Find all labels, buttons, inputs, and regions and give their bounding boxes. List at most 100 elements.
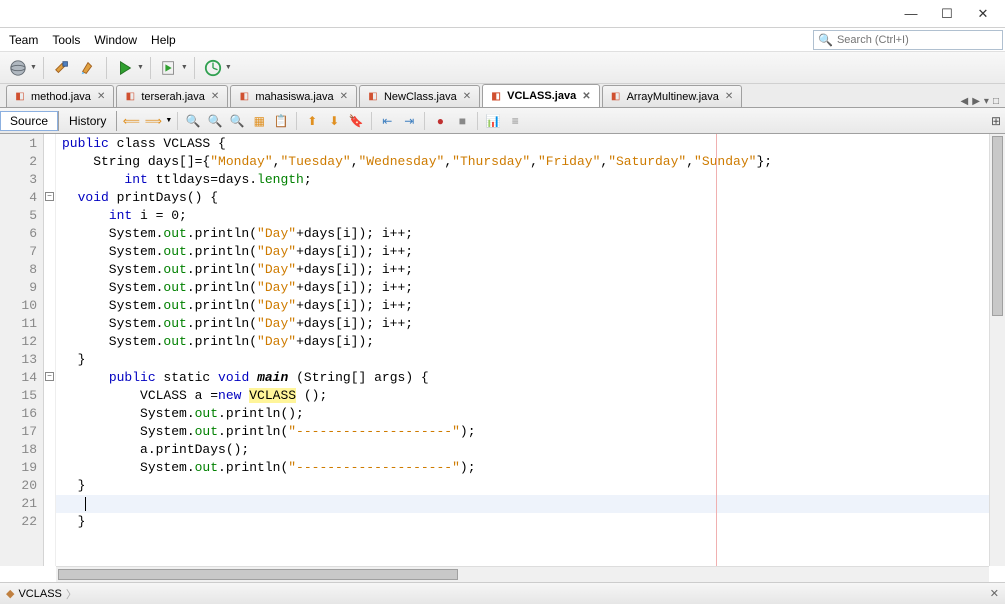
separator: [43, 57, 44, 79]
java-icon: ◧: [237, 90, 251, 104]
menu-window[interactable]: Window: [87, 30, 144, 50]
run-icon[interactable]: [113, 56, 137, 80]
prev-bm-icon[interactable]: ⬆: [302, 111, 322, 131]
line-number: 3: [0, 171, 43, 189]
close-icon[interactable]: ✕: [95, 91, 107, 102]
breadcrumb-close-icon[interactable]: ✕: [990, 587, 999, 600]
close-icon[interactable]: ✕: [461, 91, 473, 102]
menu-help[interactable]: Help: [144, 30, 183, 50]
maximize-button[interactable]: ☐: [929, 3, 965, 25]
minimize-button[interactable]: —: [893, 3, 929, 25]
tab-next-icon[interactable]: ▶: [972, 96, 980, 107]
java-icon: ◧: [123, 90, 137, 104]
line-number: 14: [0, 369, 43, 387]
scroll-thumb[interactable]: [992, 136, 1003, 316]
line-number: 13: [0, 351, 43, 369]
dropdown-arrow-icon[interactable]: ▼: [30, 64, 37, 71]
scroll-thumb[interactable]: [58, 569, 458, 580]
main-toolbar: ▼ ▼ ▼ ▼: [0, 52, 1005, 84]
separator: [477, 112, 478, 130]
view-source-tab[interactable]: Source: [0, 111, 59, 131]
close-icon[interactable]: ✕: [338, 91, 350, 102]
macro-rec-icon[interactable]: ●: [430, 111, 450, 131]
line-gutter[interactable]: 1 2 3 4 5 6 7 8 9 10 11 12 13 14 15 16 1…: [0, 134, 44, 566]
tab-terserah[interactable]: ◧terserah.java✕: [116, 85, 228, 107]
chevron-right-icon: 〉: [66, 586, 77, 602]
nav-back-icon[interactable]: ⟸: [121, 111, 141, 131]
fold-toggle-icon[interactable]: −: [45, 192, 54, 201]
tab-label: ArrayMultinew.java: [627, 91, 719, 103]
toggle-bm-icon[interactable]: 🔖: [346, 111, 366, 131]
code-area[interactable]: public class VCLASS { String days[]={"Mo…: [56, 134, 989, 566]
line-number: 10: [0, 297, 43, 315]
java-icon: ◧: [609, 90, 623, 104]
next-bm-icon[interactable]: ⬇: [324, 111, 344, 131]
vertical-scrollbar[interactable]: [989, 134, 1005, 566]
toggle-hl-icon[interactable]: ▦: [249, 111, 269, 131]
fold-column[interactable]: − −: [44, 134, 56, 566]
dropdown-arrow-icon[interactable]: ▼: [137, 64, 144, 71]
tab-vclass[interactable]: ◧ VCLASS.java ✕: [482, 84, 599, 107]
close-icon[interactable]: ✕: [723, 91, 735, 102]
profile-icon[interactable]: [201, 56, 225, 80]
find-prev-icon[interactable]: 🔍: [205, 111, 225, 131]
clipboard-icon[interactable]: 📋: [271, 111, 291, 131]
find-next-icon[interactable]: 🔍: [227, 111, 247, 131]
line-number: 12: [0, 333, 43, 351]
uncomment-icon[interactable]: ≡: [505, 111, 525, 131]
menu-team[interactable]: Team: [2, 30, 45, 50]
java-icon: ◧: [489, 89, 503, 103]
editor-toolbar: Source History ⟸ ⟹▼ 🔍 🔍 🔍 ▦ 📋 ⬆ ⬇ 🔖 ⇤ ⇥ …: [0, 108, 1005, 134]
tab-mahasiswa[interactable]: ◧ mahasiswa.java ✕: [230, 85, 357, 107]
close-icon[interactable]: ✕: [580, 91, 592, 102]
close-icon[interactable]: ✕: [209, 91, 221, 102]
breadcrumb-label[interactable]: VCLASS: [18, 588, 61, 600]
tab-list-icon[interactable]: ▾: [984, 96, 989, 107]
line-number: 4: [0, 189, 43, 207]
search-box[interactable]: 🔍: [813, 30, 1003, 50]
tab-max-icon[interactable]: □: [993, 96, 999, 107]
fold-toggle-icon[interactable]: −: [45, 372, 54, 381]
find-sel-icon[interactable]: 🔍: [183, 111, 203, 131]
comment-icon[interactable]: 📊: [483, 111, 503, 131]
hammer-icon[interactable]: [50, 56, 74, 80]
shift-left-icon[interactable]: ⇤: [377, 111, 397, 131]
tab-prev-icon[interactable]: ◀: [961, 96, 969, 107]
java-icon: ◧: [366, 90, 380, 104]
menu-tools[interactable]: Tools: [45, 30, 87, 50]
tab-label: NewClass.java: [384, 91, 457, 103]
line-number: 19: [0, 459, 43, 477]
separator: [424, 112, 425, 130]
close-button[interactable]: ✕: [965, 3, 1001, 25]
view-history-tab[interactable]: History: [59, 111, 117, 131]
tab-arraymultinew[interactable]: ◧ ArrayMultinew.java ✕: [602, 85, 743, 107]
tab-label: VCLASS.java: [507, 90, 576, 102]
line-number: 9: [0, 279, 43, 297]
shift-right-icon[interactable]: ⇥: [399, 111, 419, 131]
clean-icon[interactable]: [76, 56, 100, 80]
search-input[interactable]: [837, 34, 997, 46]
macro-stop-icon[interactable]: ■: [452, 111, 472, 131]
globe-icon[interactable]: [6, 56, 30, 80]
debug-icon[interactable]: [157, 56, 181, 80]
search-icon: 🔍: [814, 33, 837, 47]
tab-newclass[interactable]: ◧ NewClass.java ✕: [359, 85, 480, 107]
line-number: 18: [0, 441, 43, 459]
tab-controls: ◀ ▶ ▾ □: [955, 96, 1005, 107]
horizontal-scrollbar[interactable]: [56, 566, 989, 582]
nav-fwd-icon[interactable]: ⟹: [143, 111, 163, 131]
line-number: 5: [0, 207, 43, 225]
right-margin: [716, 134, 717, 566]
line-number: 1: [0, 135, 43, 153]
dropdown-arrow-icon[interactable]: ▼: [181, 64, 188, 71]
class-icon: ◆: [6, 587, 14, 600]
java-icon: ◧: [13, 90, 27, 104]
editor-max-icon[interactable]: ⊞: [991, 114, 1001, 128]
code-editor[interactable]: 1 2 3 4 5 6 7 8 9 10 11 12 13 14 15 16 1…: [0, 134, 1005, 566]
line-number: 6: [0, 225, 43, 243]
separator: [150, 57, 151, 79]
dropdown-arrow-icon[interactable]: ▼: [225, 64, 232, 71]
line-number: 16: [0, 405, 43, 423]
tab-label: mahasiswa.java: [255, 91, 333, 103]
tab-method[interactable]: ◧method.java✕: [6, 85, 114, 107]
